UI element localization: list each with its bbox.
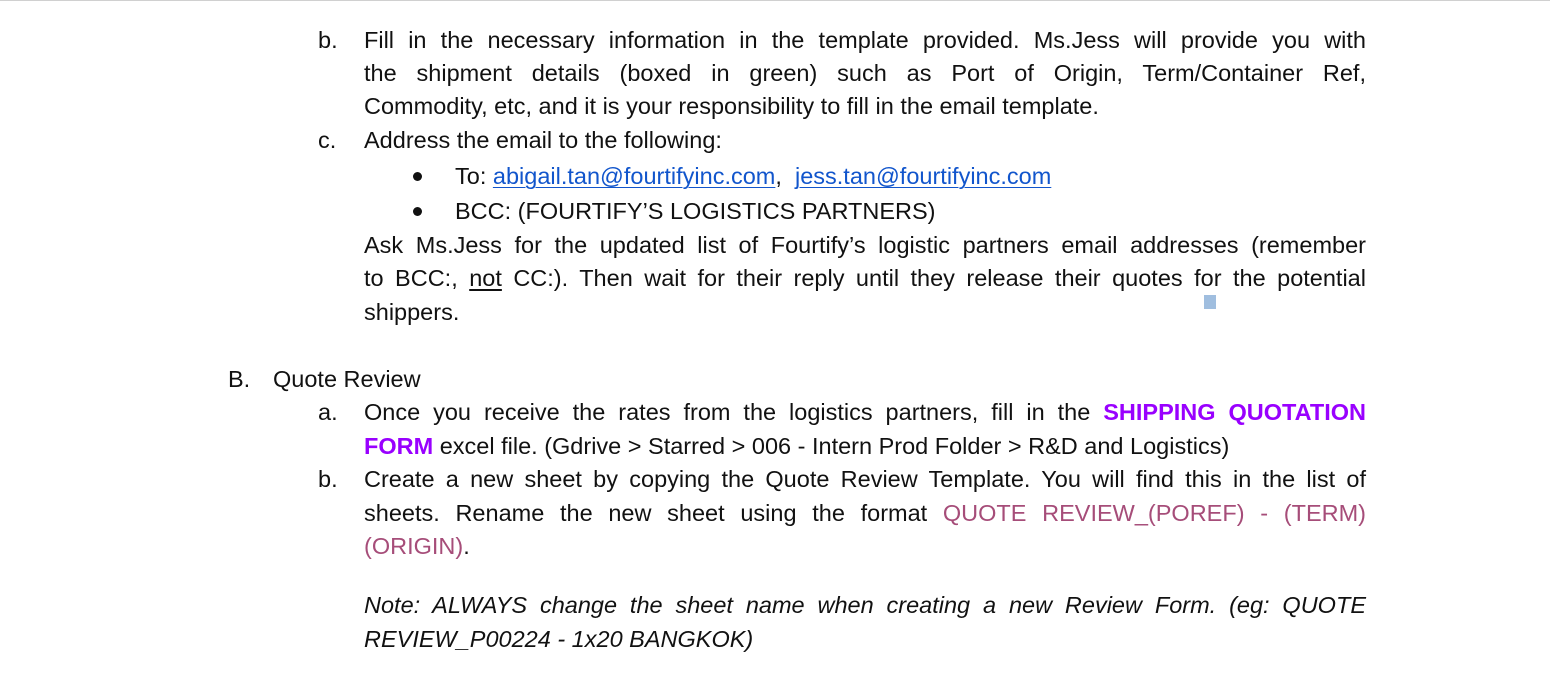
list-marker-b2: b. [318, 466, 338, 492]
section-title-quote-review: Quote Review [273, 366, 421, 392]
list-marker-b: b. [318, 27, 338, 53]
para-text-a: to BCC:, [364, 265, 470, 291]
item-bb-line-1: Create a new sheet by copying the Quote … [364, 466, 1366, 492]
item-b-line-1: Fill in the necessary information in the… [364, 27, 1366, 53]
section-marker-B: B. [228, 366, 251, 392]
item-bb-line-2: sheets. Rename the new sheet using the f… [364, 497, 1366, 530]
sheet-name-format: QUOTE REVIEW_(POREF) - (TERM) [942, 500, 1366, 526]
note-line-2: REVIEW_P00224 - 1x20 BANGKOK) [364, 626, 754, 652]
para-text-c: or the potential [1200, 265, 1366, 291]
to-recipients-line: To: abigail.tan@fourtifyinc.com, jess.ta… [455, 160, 1051, 193]
bcc-line: BCC: (FOURTIFY’S LOGISTICS PARTNERS) [455, 198, 936, 224]
bullet-dot [413, 172, 422, 181]
para-text-b: CC:). Then wait for their reply until th… [501, 265, 1201, 291]
item-ba-path-text: excel file. (Gdrive > Starred > 006 - In… [433, 433, 1230, 459]
sheet-name-format-origin: (ORIGIN) [364, 533, 464, 559]
item-b-line-2: the shipment details (boxed in green) su… [364, 60, 1366, 86]
item-c-para-line-2: to BCC:, not CC:). Then wait for their r… [364, 262, 1366, 309]
list-marker-a: a. [318, 399, 338, 425]
item-c-text: Address the email to the following: [364, 127, 722, 153]
email-link-abigail[interactable]: abigail.tan@fourtifyinc.com [493, 163, 775, 189]
note-line-1: Note: ALWAYS change the sheet name when … [364, 592, 1366, 618]
form-highlight: FORM [364, 433, 434, 459]
item-c-para-line-1: Ask Ms.Jess for the updated list of Four… [364, 232, 1366, 258]
item-bb-text: sheets. Rename the new sheet using the f… [364, 500, 943, 526]
list-marker-c: c. [318, 127, 337, 153]
item-bb-line-3: (ORIGIN). [364, 530, 470, 563]
email-separator: , [775, 163, 795, 189]
item-ba-line-2: FORM excel file. (Gdrive > Starred > 006… [364, 430, 1229, 463]
period: . [463, 533, 470, 559]
bullet-dot [413, 207, 422, 216]
email-link-jess[interactable]: jess.tan@fourtifyinc.com [795, 163, 1051, 189]
item-c-para-line-3: shippers. [364, 299, 460, 325]
item-b-line-3: Commodity, etc, and it is your responsib… [364, 93, 1099, 119]
item-ba-text: Once you receive the rates from the logi… [364, 399, 1104, 425]
page-top-border [0, 0, 1550, 1]
to-prefix: To: [455, 163, 493, 189]
shipping-quotation-highlight: SHIPPING QUOTATION [1103, 399, 1366, 425]
not-underlined: not [469, 265, 502, 291]
item-ba-line-1: Once you receive the rates from the logi… [364, 396, 1366, 429]
